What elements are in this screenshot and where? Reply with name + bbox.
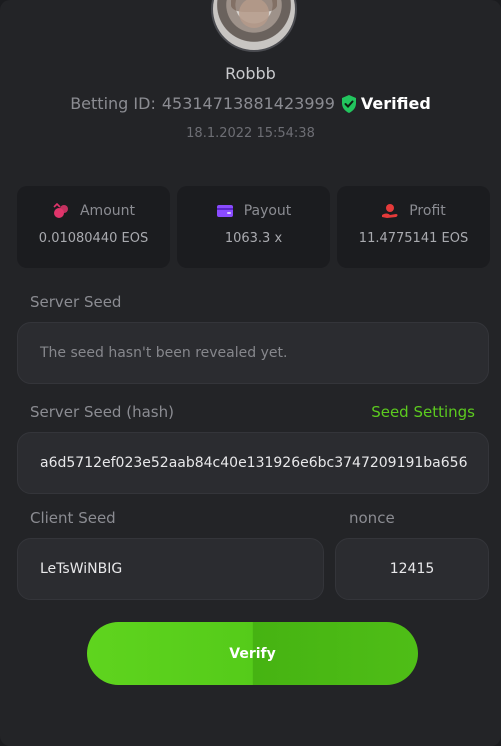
nonce-label: nonce	[349, 509, 395, 527]
client-seed-label: Client Seed	[30, 509, 116, 527]
avatar	[211, 0, 297, 52]
hand-coin-icon	[382, 204, 398, 218]
stat-amount: Amount 0.01080440 EOS	[17, 186, 170, 268]
server-seed-field[interactable]: The seed hasn't been revealed yet.	[17, 322, 489, 384]
stat-label: Payout	[243, 203, 292, 219]
coins-icon	[53, 203, 68, 218]
shield-check-icon	[341, 94, 356, 113]
stat-value: 0.01080440 EOS	[38, 231, 149, 246]
nonce-input[interactable]: 12415	[335, 538, 489, 600]
server-seed-label: Server Seed	[30, 293, 122, 311]
betting-id-row: Betting ID: 45314713881423999 Verified	[0, 94, 501, 113]
client-seed-value: LeTsWiNBIG	[40, 561, 123, 577]
avatar-face	[239, 0, 269, 28]
verified-badge: Verified	[341, 94, 431, 113]
seed-settings-link[interactable]: Seed Settings	[371, 403, 475, 421]
server-seed-hash-value: a6d5712ef023e52aab84c40e131926e6bc374720…	[40, 455, 468, 471]
stat-profit: Profit 11.4775141 EOS	[337, 186, 490, 268]
stat-value: 11.4775141 EOS	[358, 231, 469, 246]
stat-label: Profit	[409, 203, 446, 219]
client-seed-input[interactable]: LeTsWiNBIG	[17, 538, 324, 600]
server-seed-hash-label: Server Seed (hash)	[30, 403, 174, 421]
stat-payout: Payout 1063.3 x	[177, 186, 330, 268]
server-seed-placeholder: The seed hasn't been revealed yet.	[40, 345, 288, 361]
stats-row: Amount 0.01080440 EOS Payout 1063.3 x Pr…	[17, 186, 490, 268]
stat-label: Amount	[79, 203, 135, 219]
stat-value: 1063.3 x	[224, 231, 283, 246]
betting-id-label: Betting ID:	[70, 94, 156, 113]
server-seed-hash-field[interactable]: a6d5712ef023e52aab84c40e131926e6bc374720…	[17, 432, 489, 494]
bet-details-panel: Robbb Betting ID: 45314713881423999 Veri…	[0, 0, 501, 746]
nonce-value: 12415	[389, 561, 435, 577]
username: Robbb	[225, 64, 276, 83]
wallet-icon	[216, 205, 233, 217]
verify-button[interactable]: Verify	[87, 622, 418, 685]
betting-id-value: 45314713881423999	[161, 94, 335, 113]
verified-label: Verified	[360, 94, 431, 113]
bet-timestamp: 18.1.2022 15:54:38	[186, 126, 315, 141]
